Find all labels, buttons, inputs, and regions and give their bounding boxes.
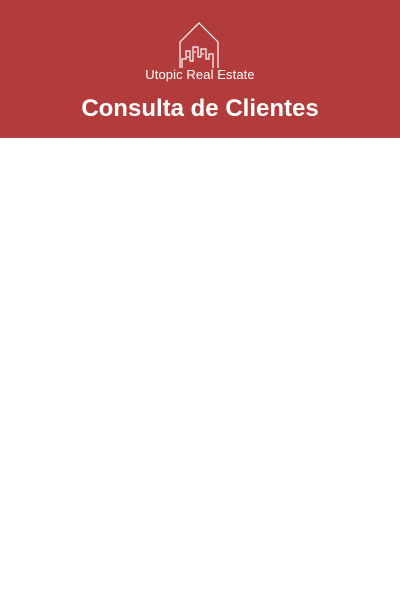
brand-name: Utopic Real Estate	[145, 67, 255, 82]
main-content	[0, 138, 400, 600]
app-header: Utopic Real Estate Consulta de Clientes	[0, 0, 400, 138]
house-city-icon	[179, 22, 219, 68]
page-title: Consulta de Clientes	[81, 95, 319, 122]
